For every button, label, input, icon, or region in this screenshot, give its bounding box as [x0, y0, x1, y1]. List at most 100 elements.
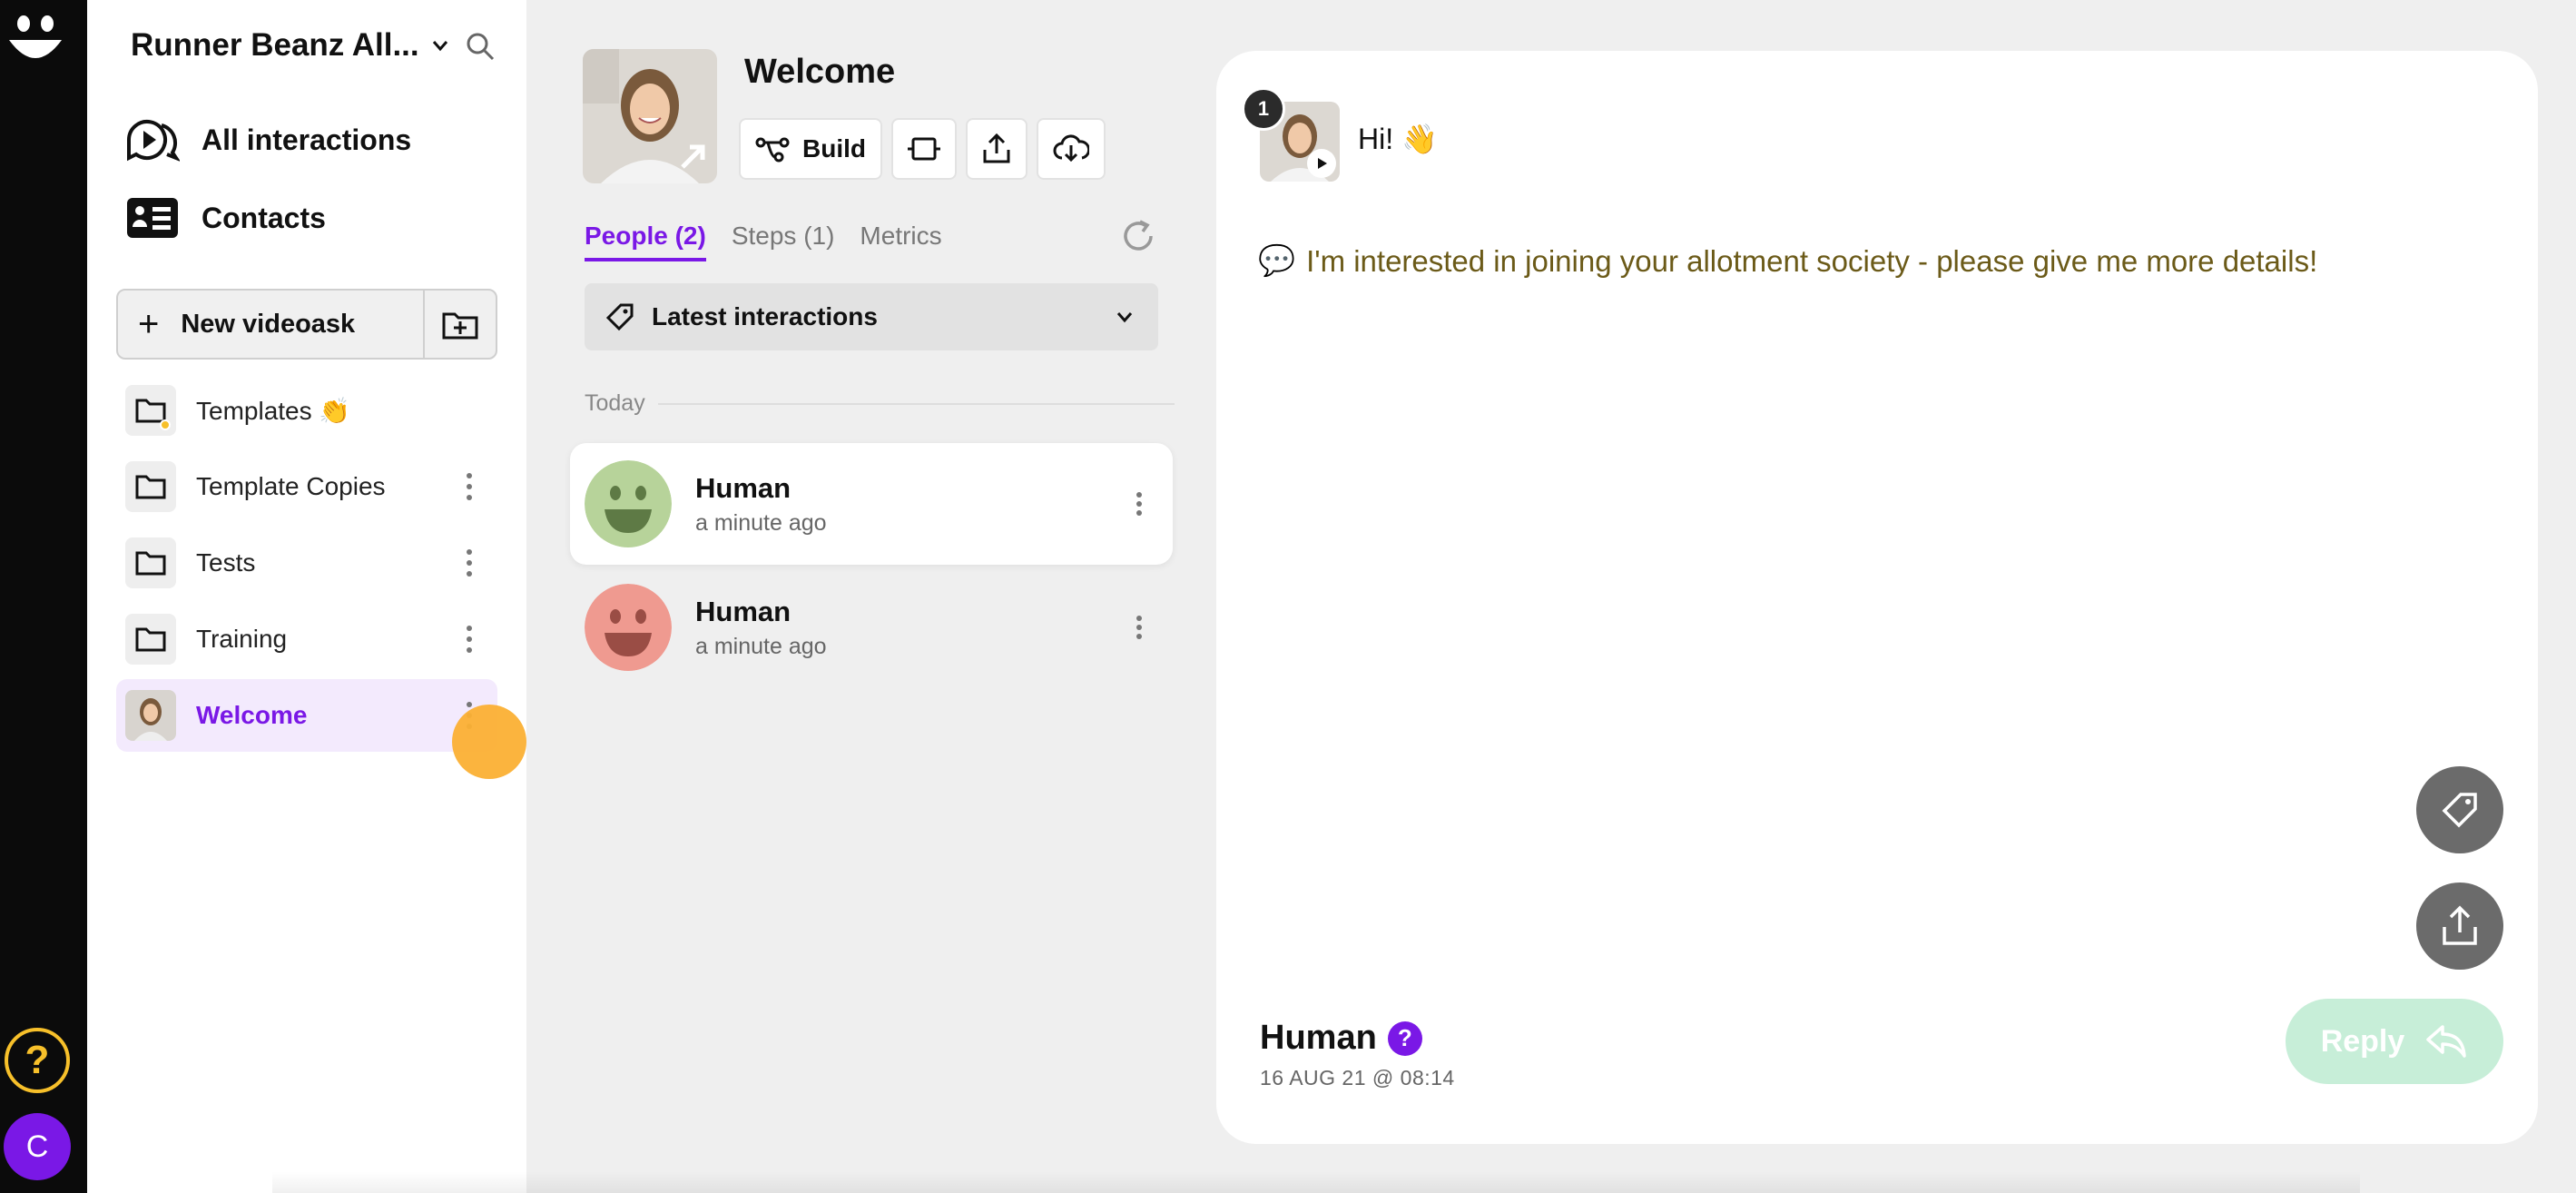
list-item[interactable]: Human a minute ago	[570, 443, 1173, 565]
answer-text: I'm interested in joining your allotment…	[1306, 243, 2318, 278]
cursor-indicator	[452, 705, 526, 779]
share-upload-icon	[2443, 905, 2477, 945]
embed-icon	[908, 137, 940, 161]
folder-training[interactable]: Training	[116, 603, 497, 675]
new-videoask-label: New videoask	[181, 309, 356, 339]
smiley-avatar-icon	[585, 584, 672, 671]
folder-icon	[135, 551, 166, 576]
workspace-selector[interactable]: Runner Beanz All...	[131, 27, 450, 64]
videoask-thumbnail	[125, 690, 176, 741]
videoask-preview[interactable]	[583, 49, 717, 183]
person-time: a minute ago	[695, 509, 827, 536]
videoask-title: Welcome	[744, 53, 896, 91]
person-time: a minute ago	[695, 633, 827, 659]
app-rail: ? C	[0, 0, 87, 1193]
presenter-video-thumbnail-icon	[583, 49, 717, 183]
share-button[interactable]	[966, 118, 1027, 180]
contacts-icon	[127, 198, 178, 238]
filter-label: Latest interactions	[652, 302, 878, 330]
person-info: Human a minute ago	[695, 472, 827, 537]
group-header: Today	[585, 390, 1175, 417]
search-icon[interactable]	[465, 31, 496, 62]
question-badge-icon[interactable]: ?	[1387, 1020, 1422, 1056]
folder-icon	[135, 627, 166, 652]
refresh-icon[interactable]	[1120, 218, 1156, 254]
folder-tests[interactable]: Tests	[116, 527, 497, 599]
nav-label: Contacts	[202, 201, 326, 234]
contact-name[interactable]: Human ?	[1260, 1019, 1422, 1058]
play-icon	[1318, 158, 1327, 169]
step-label: Hi! 👋	[1358, 123, 1438, 155]
smiley-avatar-icon	[585, 460, 672, 547]
nav-contacts[interactable]: Contacts	[125, 196, 326, 240]
list-item[interactable]: Human a minute ago	[570, 567, 1173, 688]
interactions-filter-dropdown[interactable]: Latest interactions	[585, 283, 1158, 350]
download-button[interactable]	[1037, 118, 1106, 180]
folder-template-copies[interactable]: Template Copies	[116, 450, 497, 523]
folder-plus-icon	[442, 312, 478, 340]
build-button[interactable]: Build	[739, 118, 882, 180]
help-button[interactable]: ?	[5, 1028, 70, 1093]
contact-name-text: Human	[1260, 1019, 1377, 1057]
tab-steps[interactable]: Steps (1)	[732, 222, 835, 261]
share-upload-icon	[983, 133, 1010, 163]
step-number-badge: 1	[1242, 87, 1285, 131]
more-options-icon[interactable]	[1135, 614, 1144, 641]
new-folder-button[interactable]	[423, 291, 496, 358]
more-options-icon[interactable]	[465, 470, 474, 503]
folder-templates[interactable]: Templates 👏	[116, 374, 497, 447]
tab-metrics[interactable]: Metrics	[860, 222, 941, 261]
person-name: Human	[695, 595, 791, 627]
share-button[interactable]	[2416, 882, 2503, 970]
help-icon: ?	[25, 1038, 50, 1082]
embed-button[interactable]	[891, 118, 957, 180]
videoask-welcome[interactable]: Welcome	[116, 679, 497, 752]
folder-name: Tests	[196, 548, 256, 577]
presenter-thumbnail-icon	[125, 690, 176, 741]
new-videoask-button[interactable]: + New videoask	[118, 291, 423, 358]
reply-button[interactable]: Reply	[2286, 999, 2503, 1084]
new-videoask-group: + New videoask	[116, 289, 497, 360]
app: ? C Runner Beanz All... All interactions	[0, 0, 2576, 1193]
bottom-shadow	[272, 1171, 2360, 1193]
chevron-down-icon	[432, 41, 447, 52]
speech-bubble-icon: 💬	[1258, 243, 1296, 277]
folder-icon-wrap	[125, 461, 176, 512]
interaction-date: 16 AUG 21 @ 08:14	[1260, 1066, 1455, 1089]
cloud-download-icon	[1053, 134, 1089, 163]
sidebar: Runner Beanz All... All interactions Con…	[87, 0, 526, 1193]
user-avatar[interactable]: C	[4, 1113, 71, 1180]
interactions-icon	[127, 120, 180, 162]
folder-name: Welcome	[196, 701, 308, 729]
tag-button[interactable]	[2416, 766, 2503, 853]
nav-all-interactions[interactable]: All interactions	[125, 118, 411, 162]
reply-arrow-icon	[2426, 1025, 2467, 1058]
interaction-detail-panel: 1 Hi! 👋 💬 I'm interested in joining your…	[1216, 51, 2538, 1144]
reply-label: Reply	[2320, 1023, 2405, 1059]
tab-people[interactable]: People (2)	[585, 222, 706, 261]
folder-status-dot	[160, 419, 171, 430]
group-label: Today	[585, 390, 645, 416]
folder-icon	[135, 475, 166, 499]
text-answer: 💬 I'm interested in joining your allotme…	[1258, 243, 2317, 279]
workspace-title: Runner Beanz All...	[131, 27, 419, 63]
plus-icon: +	[138, 304, 160, 344]
person-name: Human	[695, 471, 791, 504]
more-options-icon[interactable]	[465, 547, 474, 579]
nav-label: All interactions	[202, 123, 412, 156]
videoask-logo-icon[interactable]	[7, 13, 64, 69]
tag-icon	[605, 303, 634, 331]
folder-name: Template Copies	[196, 472, 386, 500]
folder-icon	[135, 399, 166, 423]
divider	[657, 402, 1175, 405]
play-button[interactable]	[1307, 149, 1336, 178]
more-options-icon[interactable]	[465, 623, 474, 656]
folder-name: Templates 👏	[196, 396, 351, 425]
folder-name: Training	[196, 625, 288, 653]
more-options-icon[interactable]	[1135, 490, 1144, 518]
folder-icon-wrap	[125, 614, 176, 665]
folder-icon-wrap	[125, 537, 176, 588]
videoask-toolbar: Build	[739, 118, 1106, 180]
user-initial: C	[25, 1129, 49, 1164]
response-tabs: People (2) Steps (1) Metrics	[585, 222, 942, 261]
